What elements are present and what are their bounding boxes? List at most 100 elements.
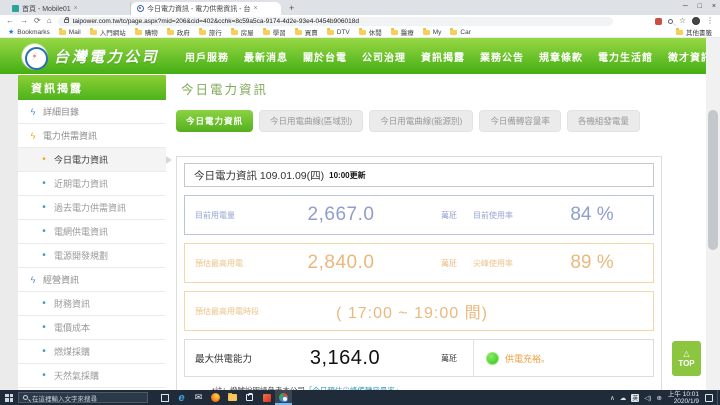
- nav-item-about[interactable]: 關於台電: [303, 49, 347, 64]
- bullet-icon: •: [42, 250, 46, 261]
- bookmark-item[interactable]: 買賣: [294, 27, 318, 37]
- bookmark-item[interactable]: 學習: [262, 27, 286, 37]
- browser-tab-taipower[interactable]: 今日電力資訊 - 電力供需資訊 - 台 ×: [131, 2, 281, 15]
- sidebar-item-gas-procurement[interactable]: • 天然氣採購: [18, 364, 166, 388]
- sidebar-item-detailed-catalog[interactable]: ϟ 詳細目錄: [18, 100, 166, 124]
- back-icon[interactable]: ←: [6, 17, 14, 25]
- edge-taskbar-button[interactable]: e: [173, 390, 190, 405]
- nav-item-power-life[interactable]: 電力生活館: [598, 49, 653, 64]
- page-scrollbar[interactable]: [706, 38, 720, 390]
- new-tab-button[interactable]: +: [289, 3, 294, 15]
- back-to-top-button[interactable]: △ TOP: [672, 341, 701, 376]
- sidebar-item-power-development[interactable]: • 電源開發規劃: [18, 244, 166, 268]
- current-rate-value: 84 %: [570, 204, 614, 225]
- search-extension-icon[interactable]: [667, 18, 673, 24]
- tab-curve-energy[interactable]: 今日用電曲線(能源別): [369, 110, 474, 132]
- bookmark-item[interactable]: 房屋: [230, 27, 254, 37]
- chrome-taskbar-button[interactable]: [275, 390, 292, 405]
- capacity-value: 3,164.0: [309, 346, 381, 369]
- bookmark-item[interactable]: 政府: [166, 27, 190, 37]
- bookmark-item[interactable]: 醫療: [390, 27, 414, 37]
- onedrive-cloud-icon[interactable]: ☁: [620, 394, 627, 402]
- action-center-icon[interactable]: [705, 393, 713, 402]
- sidebar-item-grid-supply[interactable]: • 電網供電資訊: [18, 220, 166, 244]
- photos-taskbar-button[interactable]: [258, 390, 275, 405]
- home-icon[interactable]: ⌂: [47, 17, 52, 25]
- firefox-taskbar-button[interactable]: [207, 390, 224, 405]
- nav-item-news[interactable]: 最新消息: [244, 49, 288, 64]
- nav-item-disclosure[interactable]: 資訊揭露: [421, 49, 465, 80]
- sidebar-item-power-supply-demand[interactable]: ϟ 電力供需資訊: [18, 124, 166, 148]
- close-button[interactable]: ×: [712, 3, 716, 10]
- sidebar-item-past-supply-demand[interactable]: • 過去電力供需資訊: [18, 196, 166, 220]
- nav-item-announcements[interactable]: 業務公告: [480, 49, 524, 64]
- tab-unit-generation[interactable]: 各機組發電量: [566, 110, 640, 132]
- sidebar-item-coal-procurement[interactable]: • 燃煤採購: [18, 340, 166, 364]
- row-peak-time: 預估最高用電時段 ( 17:00 ~ 19:00 間): [184, 291, 654, 331]
- url-field[interactable]: taipower.com.tw/tc/page.aspx?mid=206&cid…: [57, 16, 613, 26]
- task-view-button[interactable]: [156, 390, 173, 405]
- addressbar-right: ☆ ⋮: [654, 17, 714, 25]
- profile-avatar[interactable]: [692, 17, 700, 25]
- bookmark-item[interactable]: Mail: [58, 28, 81, 36]
- bullet-icon: •: [42, 202, 46, 213]
- row-max-capacity: 最大供電能力 3,164.0 萬瓩 供電充裕。: [184, 339, 654, 377]
- peak-time-value: ( 17:00 ~ 19:00 間): [336, 305, 488, 322]
- capacity-unit: 萬瓩: [441, 353, 457, 363]
- nav-item-user-services[interactable]: 用戶服務: [185, 49, 229, 64]
- other-bookmarks[interactable]: 其他書籤: [676, 27, 712, 37]
- sidebar-item-recent-power[interactable]: • 近期電力資訊: [18, 172, 166, 196]
- bookmark-star-icon[interactable]: ☆: [679, 17, 686, 25]
- tab-reserve-rate[interactable]: 今日備轉容量率: [479, 110, 561, 132]
- speaker-icon[interactable]: ◁): [644, 394, 651, 402]
- sidebar-item-price-cost[interactable]: • 電價成本: [18, 316, 166, 340]
- browser-tabstrip: 首頁 - Mobile01 × 今日電力資訊 - 電力供需資訊 - 台 × + …: [0, 0, 720, 15]
- bookmark-item[interactable]: 購物: [134, 27, 158, 37]
- bookmark-label: 購物: [144, 30, 158, 37]
- bullet-icon: •: [42, 154, 46, 165]
- taipower-favicon: [137, 5, 144, 12]
- network-icon[interactable]: ⊕: [656, 394, 661, 402]
- bookmark-item[interactable]: Car: [450, 28, 471, 36]
- forward-icon[interactable]: →: [20, 17, 28, 25]
- mail-taskbar-button[interactable]: ✉: [190, 390, 207, 405]
- tab-close-icon[interactable]: ×: [74, 5, 78, 12]
- bookmark-item[interactable]: My: [422, 28, 442, 36]
- taskbar-search[interactable]: 在這裡輸入文字來搜尋: [18, 392, 148, 403]
- clock-date: 2020/1/9: [673, 397, 699, 405]
- file-explorer-button[interactable]: [224, 390, 241, 405]
- bookmark-item[interactable]: DTV: [326, 28, 350, 36]
- maximize-button[interactable]: □: [698, 3, 702, 10]
- browser-tab-mobile01[interactable]: 首頁 - Mobile01 ×: [6, 2, 131, 15]
- task-view-icon: [160, 393, 169, 402]
- extension-icon[interactable]: [654, 17, 662, 25]
- scrollbar-thumb[interactable]: [708, 110, 718, 250]
- bookmarks-manager[interactable]: ★ Bookmarks: [8, 28, 50, 37]
- ime-indicator[interactable]: 英: [631, 393, 640, 402]
- tab-today-power[interactable]: 今日電力資訊: [176, 110, 254, 132]
- sidebar-item-operations[interactable]: ϟ 經營資訊: [18, 268, 166, 292]
- tab-curve-region[interactable]: 今日用電曲線(區域別): [259, 110, 364, 132]
- store-taskbar-button[interactable]: [241, 390, 258, 405]
- folder-icon: [230, 28, 238, 35]
- nav-item-regulations[interactable]: 規章條款: [539, 49, 583, 64]
- bookmark-item[interactable]: 入門網站: [89, 27, 126, 37]
- reload-icon[interactable]: ⟳: [34, 17, 41, 25]
- tray-chevron-icon[interactable]: ∧: [610, 394, 615, 402]
- sidebar-item-financial[interactable]: • 財務資訊: [18, 292, 166, 316]
- photos-icon: [262, 393, 271, 402]
- minimize-button[interactable]: ─: [683, 3, 688, 10]
- site-brand[interactable]: 台灣電力公司: [22, 43, 159, 70]
- sidebar-item-today-power[interactable]: • 今日電力資訊: [18, 148, 172, 172]
- current-usage-label: 目前用電量: [195, 210, 235, 220]
- taskbar-clock[interactable]: 上午 10:01 2020/1/9: [668, 391, 699, 405]
- nav-item-governance[interactable]: 公司治理: [362, 49, 406, 64]
- bookmark-label: My: [432, 28, 442, 36]
- tab-close-icon[interactable]: ×: [253, 5, 257, 12]
- bookmark-label: 房屋: [240, 30, 254, 37]
- browser-menu-icon[interactable]: ⋮: [706, 17, 714, 25]
- start-button[interactable]: [0, 390, 18, 405]
- bookmark-item[interactable]: 旅行: [198, 27, 222, 37]
- bookmark-item[interactable]: 休閒: [358, 27, 382, 37]
- edge-icon: e: [178, 391, 185, 404]
